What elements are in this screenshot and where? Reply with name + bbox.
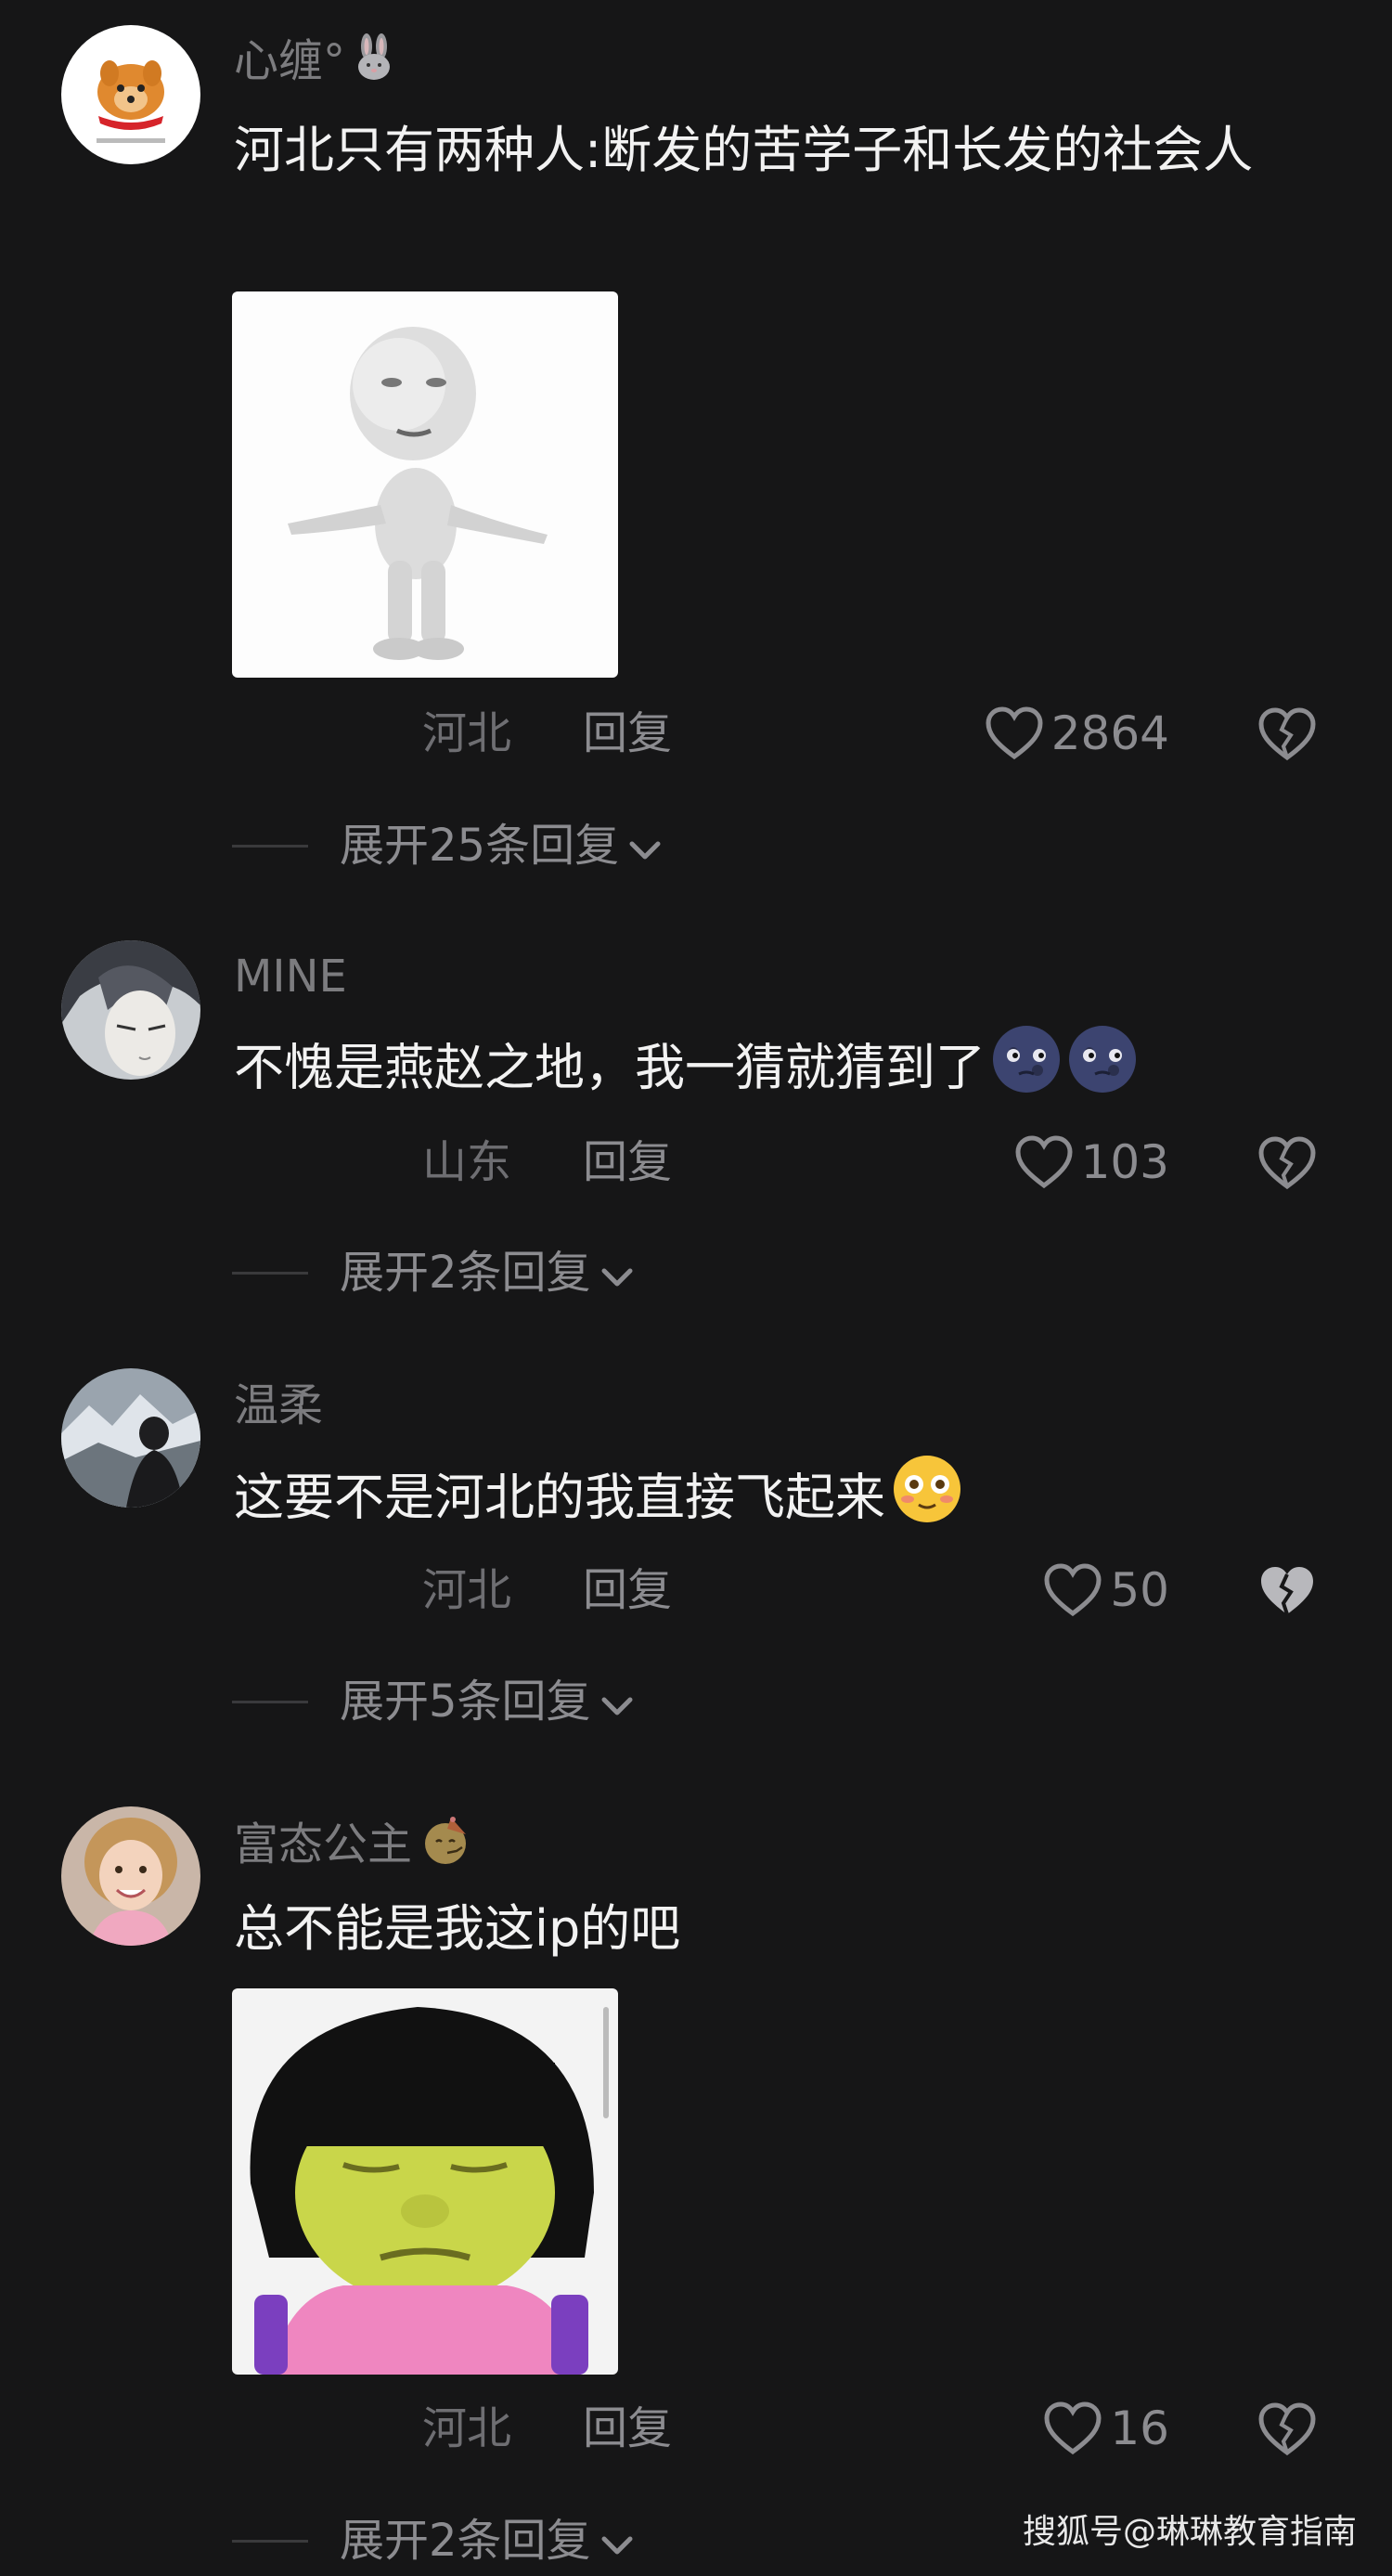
comment-meta: 河北 回复 2864 xyxy=(0,696,1392,770)
like-button[interactable]: 50 xyxy=(1043,1553,1169,1627)
broken-heart-icon xyxy=(1258,1136,1316,1190)
avatar[interactable] xyxy=(61,1806,200,1946)
sticker-image[interactable] xyxy=(232,1988,618,2375)
chevron-down-icon xyxy=(599,1243,636,1308)
party-face-icon xyxy=(419,1814,473,1881)
moon-face-emoji xyxy=(1067,1024,1138,1119)
rabbit-icon xyxy=(353,33,395,95)
divider-line xyxy=(232,1272,308,1275)
username-text: 富态公主 xyxy=(234,1819,413,1871)
dislike-button[interactable] xyxy=(1257,1136,1317,1194)
source-watermark: 搜狐号@琳琳教育指南 xyxy=(1022,2513,1357,2551)
expand-replies-label: 展开25条回复 xyxy=(340,820,620,872)
like-count: 103 xyxy=(1080,1135,1169,1189)
reply-button[interactable]: 回复 xyxy=(583,2391,672,2466)
username-text: 心缠° xyxy=(234,35,346,87)
heart-icon xyxy=(986,706,1043,760)
dislike-button[interactable] xyxy=(1257,1564,1317,1622)
comment-text-content: 河北只有两种人:断发的苦学子和长发的社会人 xyxy=(234,121,1254,179)
avatar[interactable] xyxy=(61,1368,200,1508)
like-count: 2864 xyxy=(1050,706,1169,760)
reply-button[interactable]: 回复 xyxy=(583,1125,672,1199)
chevron-down-icon xyxy=(599,1672,636,1737)
comment-text: 这要不是河北的我直接飞起来 xyxy=(234,1453,1329,1549)
heart-icon xyxy=(1044,2401,1102,2455)
snowy-landscape-avatar-image xyxy=(61,1368,200,1508)
girl-bob-haircut-sticker xyxy=(232,1988,618,2375)
heart-icon xyxy=(1044,1563,1102,1617)
divider-line xyxy=(232,2540,308,2543)
heart-icon xyxy=(1015,1135,1073,1189)
white-figure-sticker xyxy=(232,291,618,678)
username[interactable]: 心缠° xyxy=(234,33,395,95)
username[interactable]: MINE xyxy=(234,949,347,1004)
moon-face-emoji xyxy=(991,1024,1062,1119)
like-count: 16 xyxy=(1110,2401,1169,2455)
expand-replies-label: 展开5条回复 xyxy=(340,1676,591,1728)
ip-location: 山东 xyxy=(422,1136,512,1188)
comment-meta: 山东 回复 103 xyxy=(0,1125,1392,1199)
comment-text-content: 这要不是河北的我直接飞起来 xyxy=(234,1468,885,1527)
chevron-down-icon xyxy=(626,816,664,881)
comment-text: 不愧是燕赵之地，我一猜就猜到了 xyxy=(234,1024,1329,1119)
username-text: 温柔 xyxy=(234,1379,324,1431)
flushed-face-emoji xyxy=(891,1453,963,1549)
broken-heart-icon xyxy=(1258,707,1316,761)
ip-location: 河北 xyxy=(422,707,512,759)
username-text: MINE xyxy=(234,951,347,1003)
comment-text-content: 总不能是我这ip的吧 xyxy=(234,1899,681,1958)
like-button[interactable]: 16 xyxy=(1043,2391,1169,2466)
expand-replies[interactable]: 展开2条回复 xyxy=(0,1240,1392,1305)
expand-replies-label: 展开2条回复 xyxy=(340,2515,591,2567)
comment-text: 河北只有两种人:断发的苦学子和长发的社会人 xyxy=(234,110,1329,191)
username[interactable]: 富态公主 xyxy=(234,1814,473,1881)
avatar[interactable] xyxy=(61,940,200,1080)
dislike-button[interactable] xyxy=(1257,707,1317,765)
comment-text-content: 不愧是燕赵之地，我一猜就猜到了 xyxy=(234,1038,986,1097)
comment-meta: 河北 回复 16 xyxy=(0,2391,1392,2466)
ip-location: 河北 xyxy=(422,2402,512,2454)
pomeranian-avatar-image xyxy=(61,25,200,164)
broken-heart-icon xyxy=(1258,2402,1316,2456)
avatar[interactable] xyxy=(61,25,200,164)
broken-heart-filled-icon xyxy=(1261,1567,1313,1615)
reply-button[interactable]: 回复 xyxy=(583,696,672,770)
like-count: 50 xyxy=(1110,1563,1169,1617)
comment-text: 总不能是我这ip的吧 xyxy=(234,1888,1329,1970)
like-button[interactable]: 2864 xyxy=(985,696,1169,770)
divider-line xyxy=(232,845,308,848)
expand-replies[interactable]: 展开5条回复 xyxy=(0,1669,1392,1734)
username[interactable]: 温柔 xyxy=(234,1378,323,1433)
expand-replies-label: 展开2条回复 xyxy=(340,1247,591,1299)
dislike-button[interactable] xyxy=(1257,2402,1317,2460)
divider-line xyxy=(232,1701,308,1703)
ip-location: 河北 xyxy=(422,1564,512,1616)
comment-meta: 河北 回复 50 xyxy=(0,1553,1392,1627)
sticker-image[interactable] xyxy=(232,291,618,678)
like-button[interactable]: 103 xyxy=(1014,1125,1169,1199)
expand-replies[interactable]: 展开25条回复 xyxy=(0,813,1392,878)
chevron-down-icon xyxy=(599,2511,636,2576)
anime-avatar-image xyxy=(61,940,200,1080)
child-photo-avatar-image xyxy=(61,1806,200,1946)
reply-button[interactable]: 回复 xyxy=(583,1553,672,1627)
